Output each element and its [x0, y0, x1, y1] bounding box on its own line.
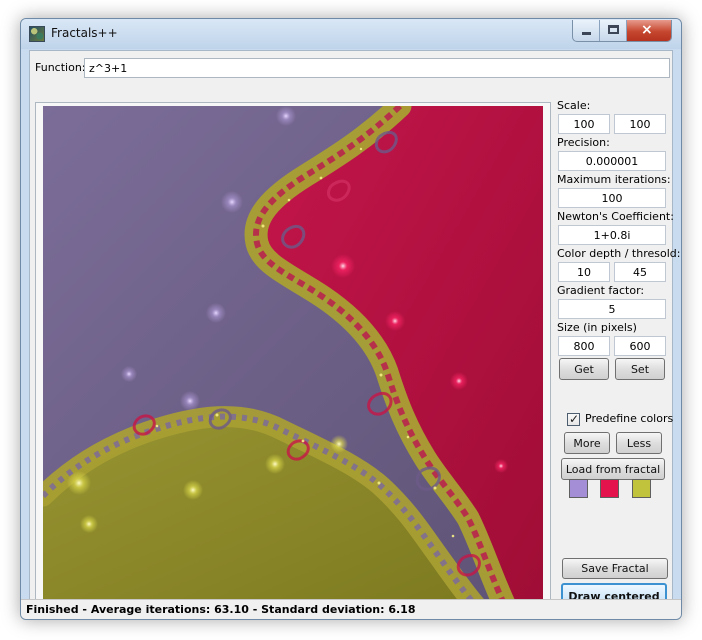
newton-coefficient-label: Newton's Coefficient: — [557, 210, 674, 223]
color-swatch-olive[interactable] — [632, 479, 651, 498]
checkmark-icon: ✓ — [569, 412, 580, 426]
size-width-input[interactable] — [558, 336, 610, 356]
application-window: Fractals++ × Function: z^3+1 Scale: 100 … — [20, 18, 682, 620]
fractal-frame — [35, 102, 551, 609]
color-depth-threshold-label: Color depth / thresold: — [557, 247, 681, 260]
max-iterations-label: Maximum iterations: — [557, 173, 671, 186]
maximize-button[interactable] — [600, 20, 627, 41]
function-input[interactable] — [84, 58, 670, 78]
load-from-fractal-button[interactable]: Load from fractal — [561, 458, 665, 480]
size-height-input[interactable] — [614, 336, 666, 356]
precision-input[interactable] — [558, 151, 666, 171]
scale-x-input[interactable] — [558, 114, 610, 134]
less-colors-button[interactable]: Less — [616, 432, 662, 454]
get-size-button[interactable]: Get — [559, 358, 609, 380]
window-controls: × — [572, 20, 672, 42]
gradient-factor-label: Gradient factor: — [557, 284, 645, 297]
function-label: Function: — [35, 61, 86, 74]
close-icon: × — [641, 22, 653, 38]
maximize-icon — [608, 25, 619, 34]
color-swatch-red[interactable] — [600, 479, 619, 498]
title-bar[interactable]: Fractals++ × — [21, 19, 681, 49]
precision-label: Precision: — [557, 136, 610, 149]
fractal-app-icon — [29, 26, 45, 42]
save-fractal-button[interactable]: Save Fractal — [562, 558, 668, 579]
gradient-factor-input[interactable] — [558, 299, 666, 319]
function-row: Function: — [35, 58, 670, 78]
scale-y-input[interactable] — [614, 114, 666, 134]
size-label: Size (in pixels) — [557, 321, 637, 334]
minimize-button[interactable] — [573, 20, 600, 41]
status-bar: Finished - Average iterations: 63.10 - S… — [21, 599, 681, 619]
newton-coefficient-input[interactable] — [558, 225, 666, 245]
max-iterations-input[interactable] — [558, 188, 666, 208]
predefine-colors-option[interactable]: ✓ Predefine colors — [567, 411, 673, 429]
color-swatch-purple[interactable] — [569, 479, 588, 498]
fractal-canvas[interactable] — [43, 106, 543, 606]
predefine-colors-label: Predefine colors — [585, 412, 674, 425]
minimize-icon — [582, 32, 591, 35]
predefine-colors-checkbox[interactable]: ✓ — [567, 412, 580, 426]
window-title: Fractals++ — [51, 26, 118, 40]
parameter-sidebar: Scale: Precision: Maximum iterations: Ne… — [557, 99, 680, 585]
threshold-input[interactable] — [614, 262, 666, 282]
color-depth-input[interactable] — [558, 262, 610, 282]
set-size-button[interactable]: Set — [615, 358, 665, 380]
client-area: Function: z^3+1 Scale: 100 100 Precision… — [29, 50, 680, 610]
scale-label: Scale: — [557, 99, 591, 112]
close-button[interactable]: × — [627, 20, 671, 41]
more-colors-button[interactable]: More — [564, 432, 610, 454]
